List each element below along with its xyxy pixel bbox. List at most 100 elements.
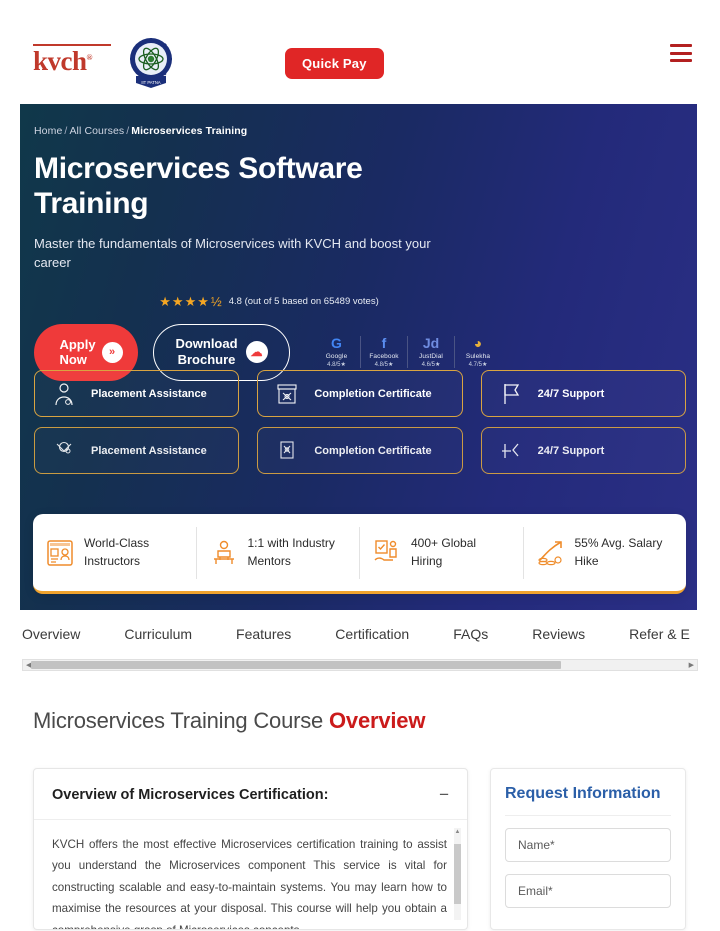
star-filled-group: ★★★★ [159, 293, 210, 309]
rating-summary: ★★★★ ½ 4.8 (out of 5 based on 65489 votes… [34, 294, 504, 310]
page-title: Microservices Software Training [34, 152, 363, 221]
tab-overview[interactable]: Overview [22, 626, 80, 642]
google-icon: G [331, 335, 342, 352]
stat-label: 400+ Global Hiring [411, 536, 477, 568]
tabs-horizontal-scrollbar[interactable]: ◀ ▶ [22, 659, 698, 671]
site-header: kvch® IIT PATNA Quick Pay [0, 0, 720, 104]
mentor-icon [213, 540, 234, 564]
hamburger-menu-icon[interactable] [670, 44, 692, 62]
sulekha-badge-name: Sulekha [465, 353, 491, 361]
kvch-logo-text: kvch [33, 46, 87, 76]
stat-salary-hike: 55% Avg. Salary Hike [522, 526, 687, 579]
hamburger-bar-1 [670, 44, 692, 47]
tab-certification[interactable]: Certification [335, 626, 409, 642]
feature-label: Completion Certificate [314, 444, 432, 457]
person-badge-icon [55, 382, 73, 405]
brochure-line1: Download [175, 336, 238, 352]
feature-card-support[interactable]: 24/7 Support [480, 370, 686, 417]
tab-curriculum[interactable]: Curriculum [124, 626, 192, 642]
feature-card-placement-assistance[interactable]: Placement Assistance [34, 370, 240, 417]
iit-patna-logo[interactable]: IIT PATNA [128, 36, 174, 88]
course-tabs-section: Overview Curriculum Features Certificati… [0, 612, 720, 671]
rating-stars: ★★★★ ½ [159, 294, 222, 310]
name-field[interactable] [505, 828, 671, 862]
feature-card-completion-certificate[interactable]: Completion Certificate [257, 370, 463, 417]
form-title: Request Information [505, 785, 671, 816]
stat-world-class-instructors: World-Class Instructors [33, 527, 196, 579]
facebook-icon: f [381, 335, 387, 352]
justdial-badge-score: 4.6/5★ [421, 362, 441, 369]
apply-now-label: Apply Now [59, 337, 95, 368]
accordion-scrollbar-thumb[interactable] [454, 844, 461, 904]
quick-pay-button[interactable]: Quick Pay [285, 48, 384, 79]
stat-industry-mentors: 1:1 with Industry Mentors [195, 526, 360, 579]
feature-card-support-dup[interactable]: 24/7 Support [480, 427, 686, 474]
accordion-vertical-scrollbar[interactable]: ▲ [454, 828, 461, 920]
review-badge-google[interactable]: G Google 4.8/5★ [313, 335, 360, 369]
overview-accordion: Overview of Microservices Certification:… [33, 768, 468, 930]
minus-icon[interactable]: − [439, 786, 449, 803]
tab-reviews[interactable]: Reviews [532, 626, 585, 642]
feature-card-completion-certificate-dup[interactable]: Completion Certificate [257, 427, 463, 474]
hero-subtitle: Master the fundamentals of Microservices… [34, 235, 431, 271]
sulekha-badge-score: 4.7/5★ [468, 362, 488, 369]
apply-now-line2: Now [59, 352, 87, 368]
hiring-icon [374, 539, 397, 561]
breadcrumb-separator-1: / [64, 125, 68, 137]
certificate-icon [280, 440, 294, 459]
scrollbar-thumb[interactable] [31, 661, 561, 669]
breadcrumb-current: Microservices Training [131, 125, 248, 137]
overview-content-row: Overview of Microservices Certification:… [33, 768, 686, 930]
kvch-logo[interactable]: kvch® [33, 44, 111, 75]
breadcrumb-all-courses[interactable]: All Courses [69, 125, 124, 137]
course-tabs: Overview Curriculum Features Certificati… [0, 612, 720, 656]
stat-label: 1:1 with Industry Mentors [247, 536, 335, 568]
google-badge-name: Google [325, 353, 348, 361]
stat-label: World-Class Instructors [84, 536, 150, 568]
justdial-badge-name: JustDial [419, 353, 443, 361]
breadcrumb-home[interactable]: Home [34, 125, 62, 137]
accordion-text: KVCH offers the most effective Microserv… [52, 838, 447, 929]
scroll-up-arrow-icon[interactable]: ▲ [454, 828, 461, 836]
feature-card-row-1: Placement Assistance Completion Certific… [34, 370, 686, 417]
email-field[interactable] [505, 874, 671, 908]
accordion-title: Overview of Microservices Certification: [52, 786, 329, 803]
star-half: ½ [210, 293, 223, 309]
iit-patna-caption: IIT PATNA [141, 80, 161, 85]
feature-card-row-2: Placement Assistance Completion Certific… [34, 427, 686, 474]
scroll-right-arrow-icon[interactable]: ▶ [689, 661, 694, 669]
tab-features[interactable]: Features [236, 626, 291, 642]
hamburger-bar-2 [670, 51, 692, 55]
breadcrumb-separator-2: / [126, 125, 130, 137]
hamburger-bar-3 [670, 59, 692, 62]
review-badge-justdial[interactable]: Jd JustDial 4.6/5★ [407, 335, 454, 369]
feature-card-placement-assistance-dup[interactable]: Placement Assistance [34, 427, 240, 474]
hero-feature-strip: Placement Assistance Completion Certific… [34, 370, 686, 484]
review-badge-sulekha[interactable]: ◕ Sulekha 4.7/5★ [454, 335, 501, 369]
review-badges: G Google 4.8/5★ f Facebook 4.8/5★ Jd Jus… [313, 335, 501, 369]
flag-icon [504, 383, 519, 404]
apply-now-line1: Apply [59, 336, 96, 352]
cloud-download-icon: ☁ [245, 341, 268, 364]
justdial-icon: Jd [422, 335, 440, 352]
section-title-accent: Overview [329, 708, 426, 733]
double-chevron-right-icon: » [101, 341, 123, 363]
salary-growth-icon [537, 540, 562, 565]
review-badge-facebook[interactable]: f Facebook 4.8/5★ [360, 335, 407, 369]
feature-label: 24/7 Support [537, 444, 605, 457]
stat-label: 55% Avg. Salary Hike [574, 536, 663, 568]
highlights-bar: World-Class Instructors 1:1 with Industr… [33, 514, 686, 594]
tab-faqs[interactable]: FAQs [453, 626, 488, 642]
breadcrumb: Home / All Courses / Microservices Training [34, 125, 697, 137]
feature-label: Placement Assistance [91, 387, 207, 400]
feature-label: Completion Certificate [314, 387, 432, 400]
section-title-plain: Microservices Training Course [33, 708, 329, 733]
sulekha-icon: ◕ [473, 335, 483, 352]
download-brochure-label: Download Brochure [175, 336, 237, 369]
rating-text: 4.8 (out of 5 based on 65489 votes) [228, 296, 379, 308]
instructor-card-icon [47, 539, 73, 566]
request-information-form: Request Information [490, 768, 686, 930]
certificate-icon [277, 383, 297, 404]
accordion-header[interactable]: Overview of Microservices Certification:… [34, 769, 467, 819]
tab-refer-and-earn[interactable]: Refer & E [629, 626, 690, 642]
